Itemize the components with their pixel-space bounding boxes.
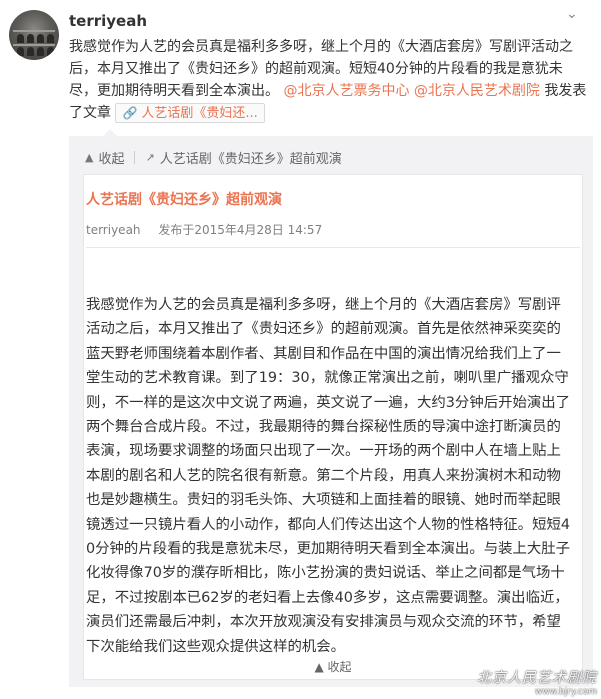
article-link-chip[interactable]: 🔗 人艺话剧《贵妇还... [115, 103, 265, 123]
weibo-post: terriyeah ⌄ 我感觉作为人艺的会员真是福利多多呀，继上个月的《大酒店套… [0, 0, 601, 699]
collapse-button[interactable]: ▲ 收起 [85, 148, 124, 167]
repost-caret [103, 129, 117, 136]
collapse-bottom-label: 收起 [327, 660, 352, 674]
avatar-arch [27, 34, 34, 43]
article-title[interactable]: 人艺话剧《贵妇还乡》超前观演 [86, 189, 282, 209]
avatar-coliseum-band [13, 44, 55, 46]
username[interactable]: terriyeah [69, 12, 147, 30]
chevron-down-icon[interactable]: ⌄ [566, 6, 578, 22]
watermark: 北京人民艺术剧院 www.bjry.com [477, 667, 597, 697]
avatar-arch [37, 34, 44, 43]
link-icon: 🔗 [122, 106, 138, 120]
article-body: 我感觉作为人艺的会员真是福利多多呀，继上个月的《大酒店套房》写剧评活动之后，本月… [86, 297, 571, 655]
toolbar-divider [134, 151, 136, 164]
mention-bjry[interactable]: @北京人民艺术剧院 [414, 83, 540, 99]
collapse-up-icon: ▲ [85, 151, 94, 164]
article-published: 发布于2015年4月28日 14:57 [158, 223, 323, 237]
article-toolbar: ▲ 收起 ↗ 人艺话剧《贵妇还乡》超前观演 [85, 148, 342, 167]
repost-box: ▲ 收起 ↗ 人艺话剧《贵妇还乡》超前观演 人艺话剧《贵妇还乡》超前观演 ter… [69, 129, 593, 687]
article-meta: terriyeah 发布于2015年4月28日 14:57 [86, 221, 322, 238]
status-text: 我感觉作为人艺的会员真是福利多多呀，继上个月的《大酒店套房》写剧评活动之后，本月… [69, 36, 589, 124]
article-link-chip-label: 人艺话剧《贵妇还... [141, 106, 258, 121]
article-author[interactable]: terriyeah [86, 223, 141, 237]
article-divider [86, 247, 580, 248]
open-article-label: 人艺话剧《贵妇还乡》超前观演 [159, 152, 342, 167]
collapse-up-icon: ▲ [314, 660, 324, 674]
watermark-name: 北京人民艺术剧院 [477, 670, 597, 686]
avatar[interactable] [9, 10, 59, 60]
article-card: 人艺话剧《贵妇还乡》超前观演 terriyeah 发布于2015年4月28日 1… [83, 174, 583, 670]
avatar-coliseum-band [13, 30, 55, 32]
avatar-arch [37, 47, 44, 56]
avatar-arch [17, 34, 24, 43]
external-link-icon: ↗ [145, 151, 155, 164]
avatar-arch [27, 47, 34, 56]
collapse-label: 收起 [98, 152, 125, 167]
mention-ticket-center[interactable]: @北京人艺票务中心 [283, 83, 409, 99]
avatar-arch [47, 34, 54, 43]
avatar-arch [17, 47, 24, 56]
open-article-link[interactable]: ↗ 人艺话剧《贵妇还乡》超前观演 [145, 148, 341, 167]
avatar-arch [47, 47, 54, 56]
watermark-url: www.bjry.com [534, 687, 597, 697]
